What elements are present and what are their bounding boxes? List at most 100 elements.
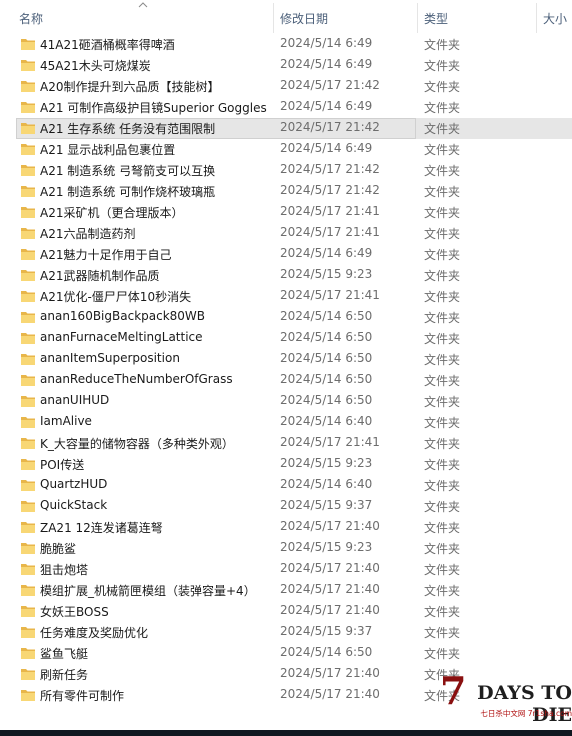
- file-row[interactable]: A21 可制作高级护目镜Superior Goggles2024/5/14 6:…: [16, 97, 572, 118]
- file-row[interactable]: K_大容量的储物容器（多种类外观）2024/5/17 21:41文件夹: [16, 433, 572, 454]
- folder-icon: [20, 520, 36, 534]
- file-name: 任务难度及奖励优化: [40, 624, 148, 641]
- column-header-bar: 名称 修改日期 类型 大小: [0, 0, 572, 36]
- file-date: 2024/5/17 21:40: [280, 687, 380, 701]
- folder-icon: [20, 646, 36, 660]
- folder-icon: [20, 142, 36, 156]
- file-type: 文件夹: [424, 225, 460, 242]
- watermark-title: DAYS TO DIE: [440, 682, 572, 726]
- file-type: 文件夹: [424, 288, 460, 305]
- file-type: 文件夹: [424, 204, 460, 221]
- file-row[interactable]: ZA21 12连发诸葛连弩2024/5/17 21:40文件夹: [16, 517, 572, 538]
- file-row[interactable]: A21六品制造药剂2024/5/17 21:41文件夹: [16, 223, 572, 244]
- file-name: A20制作提升到六品质【技能树】: [40, 78, 219, 95]
- column-header-size[interactable]: 大小: [543, 10, 567, 27]
- file-row[interactable]: A21 显示战利品包裹位置2024/5/14 6:49文件夹: [16, 139, 572, 160]
- file-type: 文件夹: [424, 561, 460, 578]
- file-type: 文件夹: [424, 246, 460, 263]
- file-date: 2024/5/14 6:50: [280, 645, 372, 659]
- file-row[interactable]: ananReduceTheNumberOfGrass2024/5/14 6:50…: [16, 370, 572, 391]
- chevron-up-icon[interactable]: [137, 1, 149, 9]
- folder-icon: [20, 247, 36, 261]
- file-name: 脆脆鲨: [40, 540, 76, 557]
- file-date: 2024/5/17 21:40: [280, 519, 380, 533]
- column-divider[interactable]: [273, 3, 274, 33]
- file-row[interactable]: A21 制造系统 弓弩箭支可以互换2024/5/17 21:42文件夹: [16, 160, 572, 181]
- file-row[interactable]: A21魅力十足作用于自己2024/5/14 6:49文件夹: [16, 244, 572, 265]
- folder-icon: [20, 562, 36, 576]
- file-row[interactable]: anan160BigBackpack80WB2024/5/14 6:50文件夹: [16, 307, 572, 328]
- file-row[interactable]: QuartzHUD2024/5/14 6:40文件夹: [16, 475, 572, 496]
- folder-icon: [20, 415, 36, 429]
- folder-icon: [20, 289, 36, 303]
- file-date: 2024/5/17 21:42: [280, 78, 380, 92]
- file-row[interactable]: 模组扩展_机械箭匣模组（装弹容量+4）2024/5/17 21:40文件夹: [16, 580, 572, 601]
- file-row[interactable]: 41A21砸酒桶概率得啤酒2024/5/14 6:49文件夹: [16, 34, 572, 55]
- file-row[interactable]: 任务难度及奖励优化2024/5/15 9:37文件夹: [16, 622, 572, 643]
- file-row[interactable]: A21采矿机（更合理版本）2024/5/17 21:41文件夹: [16, 202, 572, 223]
- file-date: 2024/5/14 6:49: [280, 36, 372, 50]
- file-row[interactable]: POI传送2024/5/15 9:23文件夹: [16, 454, 572, 475]
- file-row[interactable]: QuickStack2024/5/15 9:37文件夹: [16, 496, 572, 517]
- file-name: A21 可制作高级护目镜Superior Goggles: [40, 99, 267, 116]
- column-divider[interactable]: [536, 3, 537, 33]
- file-name: 狙击炮塔: [40, 561, 88, 578]
- folder-icon: [20, 394, 36, 408]
- file-row[interactable]: ananFurnaceMeltingLattice2024/5/14 6:50文…: [16, 328, 572, 349]
- file-type: 文件夹: [424, 456, 460, 473]
- file-date: 2024/5/17 21:41: [280, 288, 380, 302]
- file-name: ananItemSuperposition: [40, 351, 180, 365]
- file-type: 文件夹: [424, 162, 460, 179]
- folder-icon: [20, 268, 36, 282]
- file-name: 所有零件可制作: [40, 687, 124, 704]
- file-row[interactable]: A21 制造系统 可制作烧杯玻璃瓶2024/5/17 21:42文件夹: [16, 181, 572, 202]
- file-row[interactable]: 鲨鱼飞艇2024/5/14 6:50文件夹: [16, 643, 572, 664]
- file-row[interactable]: ananItemSuperposition2024/5/14 6:50文件夹: [16, 349, 572, 370]
- folder-icon: [20, 373, 36, 387]
- folder-icon: [20, 100, 36, 114]
- file-date: 2024/5/17 21:40: [280, 561, 380, 575]
- file-name: A21 生存系统 任务没有范围限制: [40, 120, 215, 137]
- file-name: 45A21木头可烧煤炭: [40, 57, 151, 74]
- file-row[interactable]: A21 生存系统 任务没有范围限制2024/5/17 21:42文件夹: [16, 118, 572, 139]
- file-name: QuickStack: [40, 498, 107, 512]
- file-type: 文件夹: [424, 603, 460, 620]
- file-type: 文件夹: [424, 78, 460, 95]
- file-row[interactable]: ananUIHUD2024/5/14 6:50文件夹: [16, 391, 572, 412]
- file-date: 2024/5/17 21:40: [280, 666, 380, 680]
- column-header-date[interactable]: 修改日期: [280, 10, 328, 27]
- file-row[interactable]: 45A21木头可烧煤炭2024/5/14 6:49文件夹: [16, 55, 572, 76]
- column-divider[interactable]: [417, 3, 418, 33]
- file-row[interactable]: IamAlive2024/5/14 6:40文件夹: [16, 412, 572, 433]
- file-name: QuartzHUD: [40, 477, 107, 491]
- file-date: 2024/5/17 21:42: [280, 120, 380, 134]
- file-name: A21 制造系统 可制作烧杯玻璃瓶: [40, 183, 215, 200]
- file-type: 文件夹: [424, 351, 460, 368]
- folder-icon: [20, 331, 36, 345]
- file-name: ananFurnaceMeltingLattice: [40, 330, 203, 344]
- file-date: 2024/5/14 6:40: [280, 477, 372, 491]
- file-row[interactable]: A20制作提升到六品质【技能树】 2024/5/17 21:42 文件夹: [16, 76, 572, 97]
- file-name: ZA21 12连发诸葛连弩: [40, 519, 163, 536]
- file-row[interactable]: A21优化-僵尸尸体10秒消失2024/5/17 21:41文件夹: [16, 286, 572, 307]
- column-header-type[interactable]: 类型: [424, 10, 448, 27]
- file-date: 2024/5/17 21:41: [280, 204, 380, 218]
- file-date: 2024/5/14 6:49: [280, 57, 372, 71]
- file-type: 文件夹: [424, 99, 460, 116]
- folder-icon: [20, 226, 36, 240]
- folder-icon: [20, 310, 36, 324]
- file-row[interactable]: 女妖王BOSS2024/5/17 21:40文件夹: [16, 601, 572, 622]
- bottom-strip: [0, 730, 572, 736]
- folder-icon: [20, 58, 36, 72]
- file-date: 2024/5/15 9:23: [280, 540, 372, 554]
- file-date: 2024/5/15 9:37: [280, 498, 372, 512]
- file-type: 文件夹: [424, 414, 460, 431]
- folder-icon: [20, 79, 36, 93]
- folder-icon: [20, 667, 36, 681]
- file-row[interactable]: A21武器随机制作品质2024/5/15 9:23文件夹: [16, 265, 572, 286]
- file-row[interactable]: 脆脆鲨2024/5/15 9:23文件夹: [16, 538, 572, 559]
- file-date: 2024/5/14 6:49: [280, 246, 372, 260]
- file-row[interactable]: 狙击炮塔 2024/5/17 21:40 文件夹: [16, 559, 572, 580]
- file-type: 文件夹: [424, 183, 460, 200]
- column-header-name[interactable]: 名称: [19, 10, 43, 27]
